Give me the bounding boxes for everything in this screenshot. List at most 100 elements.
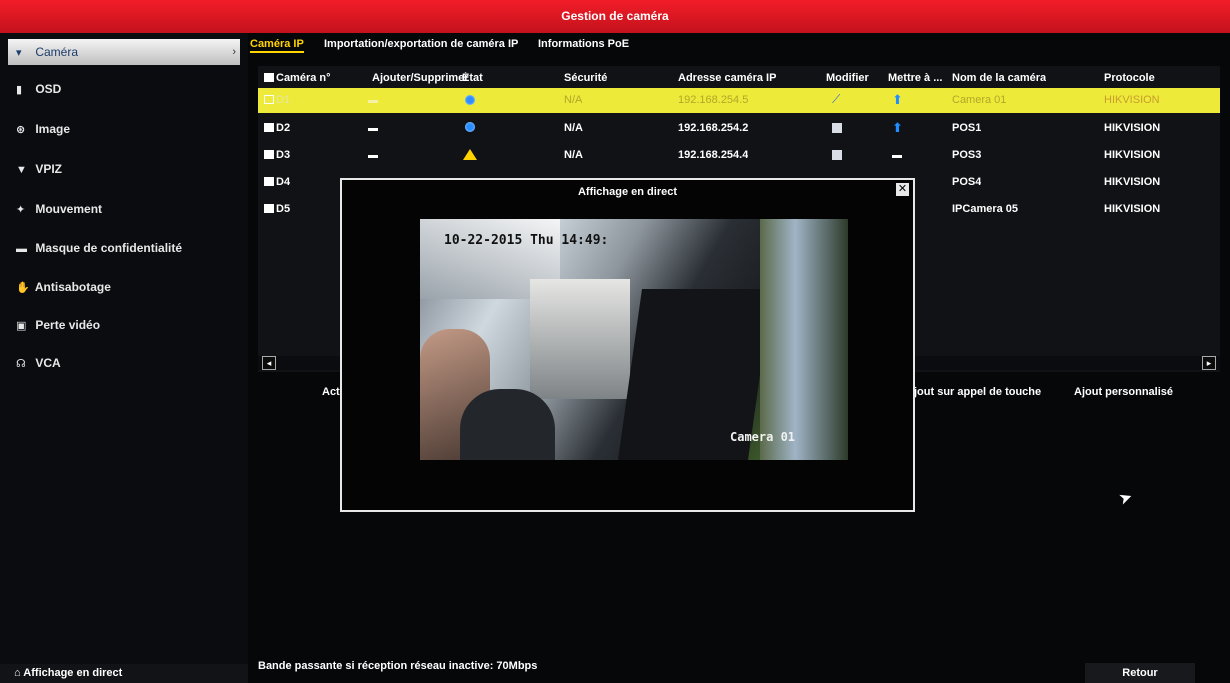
row-camera-no: D2 [264, 122, 290, 134]
row-protocol: HIKVISION [1104, 203, 1161, 215]
window-title: Gestion de caméra [0, 0, 1230, 33]
back-button[interactable]: Retour [1085, 663, 1195, 683]
osd-timestamp: 10-22-2015 Thu 14:49: [444, 233, 609, 248]
privacy-mask-icon: ▬ [16, 243, 27, 255]
header-edit: Modifier [826, 72, 869, 84]
status-online-icon [465, 95, 475, 108]
edit-icon[interactable] [832, 150, 842, 163]
no-upgrade-dash-icon [892, 150, 902, 162]
upgrade-arrow-icon[interactable]: ⬆ [892, 92, 903, 108]
row-camera-no: D1 [264, 94, 290, 106]
row-checkbox[interactable] [264, 177, 274, 186]
header-add-delete: Ajouter/Supprimer [372, 72, 469, 84]
tamper-icon: ✋ [16, 282, 30, 294]
upgrade-arrow-icon[interactable]: ⬆ [892, 120, 903, 136]
bandwidth-info: Bande passante si réception réseau inact… [258, 660, 538, 672]
osd-camera-name: Camera 01 [730, 430, 796, 444]
row-protocol: HIKVISION [1104, 94, 1160, 106]
sidebar-item-privacy-mask[interactable]: ▬ Masque de confidentialité [8, 235, 240, 261]
camera-id: D3 [276, 149, 291, 161]
close-icon[interactable]: ✕ [896, 183, 909, 196]
row-checkbox[interactable] [264, 123, 274, 132]
camera-id: D2 [276, 122, 291, 134]
motion-icon: ✦ [16, 204, 26, 216]
edit-icon[interactable] [832, 123, 842, 136]
sidebar-item-label: Caméra [35, 45, 79, 59]
header-camera-name: Nom de la caméra [952, 72, 1047, 84]
sidebar-item-ptz[interactable]: ▼ VPIZ [8, 156, 240, 182]
mouse-cursor-icon: ➤ [1116, 488, 1136, 509]
row-camera-name: POS1 [952, 122, 982, 134]
sidebar-item-vca[interactable]: ☊ VCA [8, 350, 240, 376]
live-view-button[interactable]: ⌂ Affichage en direct [0, 664, 248, 683]
sidebar-item-label: Mouvement [35, 202, 103, 216]
row-security: N/A [564, 149, 583, 161]
camera-id: D1 [276, 94, 291, 106]
image-icon: ⊛ [16, 124, 26, 136]
action-button-partial[interactable]: Act [322, 386, 340, 406]
table-row[interactable]: D2 N/A 192.168.254.2 ⬆ POS1 HIKVISION [258, 116, 1220, 141]
row-security: N/A [564, 122, 583, 134]
minus-icon [368, 154, 378, 158]
tab-ip-camera[interactable]: Caméra IP [250, 38, 304, 53]
sidebar-item-label: OSD [35, 82, 62, 96]
sidebar: ▾ Caméra › ▮ OSD ⊛ Image ▼ VPIZ ✦ Mouvem… [0, 33, 248, 683]
osd-icon: ▮ [16, 84, 23, 96]
chevron-right-icon: › [232, 46, 236, 58]
sidebar-item-image[interactable]: ⊛ Image [8, 116, 240, 142]
row-camera-name: POS4 [952, 176, 982, 188]
custom-add-button[interactable]: Ajout personnalisé [1074, 386, 1173, 406]
row-ip-address: 192.168.254.4 [678, 149, 749, 161]
home-icon: ⌂ [14, 667, 24, 679]
minus-icon [368, 127, 378, 131]
sidebar-item-video-loss[interactable]: ▣ Perte vidéo [8, 312, 240, 338]
row-camera-name: IPCamera 05 [952, 203, 1019, 215]
camera-icon: ▾ [16, 47, 22, 59]
header-protocol: Protocole [1104, 72, 1155, 84]
tab-poe-info[interactable]: Informations PoE [538, 38, 629, 50]
sidebar-item-label: VCA [35, 356, 61, 370]
sidebar-item-camera[interactable]: ▾ Caméra › [8, 39, 240, 65]
camera-id: D4 [276, 176, 291, 188]
row-protocol: HIKVISION [1104, 122, 1161, 134]
one-touch-add-button[interactable]: jout sur appel de touche [914, 386, 1041, 406]
warning-icon [463, 149, 477, 163]
sidebar-item-motion[interactable]: ✦ Mouvement [8, 196, 240, 222]
popup-title: Affichage en direct [577, 186, 678, 198]
select-all-checkbox[interactable] [264, 73, 274, 82]
live-view-label: Affichage en direct [23, 667, 123, 679]
row-checkbox[interactable] [264, 150, 274, 159]
ptz-icon: ▼ [16, 164, 27, 176]
table-row[interactable]: D3 N/A 192.168.254.4 POS3 HIKVISION [258, 143, 1220, 168]
delete-button[interactable] [368, 95, 378, 107]
row-camera-no: D5 [264, 203, 290, 215]
header-ip-address: Adresse caméra IP [678, 72, 777, 84]
sidebar-item-label: Masque de confidentialité [35, 241, 183, 255]
row-checkbox[interactable] [264, 204, 274, 213]
header-camera-no[interactable]: Caméra n° [264, 72, 331, 84]
camera-id: D5 [276, 203, 291, 215]
header-upgrade: Mettre à ... [888, 72, 943, 84]
header-label: Caméra n° [276, 72, 331, 84]
sidebar-item-osd[interactable]: ▮ OSD [8, 76, 240, 102]
edit-pen-icon[interactable]: ⟋ [832, 92, 840, 107]
status-online-icon [465, 122, 475, 135]
sidebar-item-tamper[interactable]: ✋ Antisabotage [8, 274, 240, 300]
row-checkbox[interactable] [264, 95, 274, 104]
scroll-left-icon[interactable]: ◂ [262, 356, 276, 370]
delete-button[interactable] [368, 150, 378, 162]
row-security: N/A [564, 94, 583, 106]
tab-import-export[interactable]: Importation/exportation de caméra IP [324, 38, 518, 50]
delete-button[interactable] [368, 123, 378, 135]
sidebar-item-label: Perte vidéo [35, 318, 101, 332]
row-camera-no: D4 [264, 176, 290, 188]
scroll-right-icon[interactable]: ▸ [1202, 356, 1216, 370]
header-state: État [462, 72, 483, 84]
row-camera-no: D3 [264, 149, 290, 161]
sidebar-item-label: Image [35, 122, 71, 136]
row-camera-name: POS3 [952, 149, 982, 161]
table-row[interactable]: D1 N/A 192.168.254.5 ⟋ ⬆ Camera 01 HIKVI… [258, 88, 1220, 113]
live-view-popup: Affichage en direct ✕ 10-22-2015 Thu 14:… [340, 178, 915, 512]
row-camera-name: Camera 01 [952, 94, 1007, 106]
video-feed: 10-22-2015 Thu 14:49: Camera 01 [420, 219, 848, 460]
